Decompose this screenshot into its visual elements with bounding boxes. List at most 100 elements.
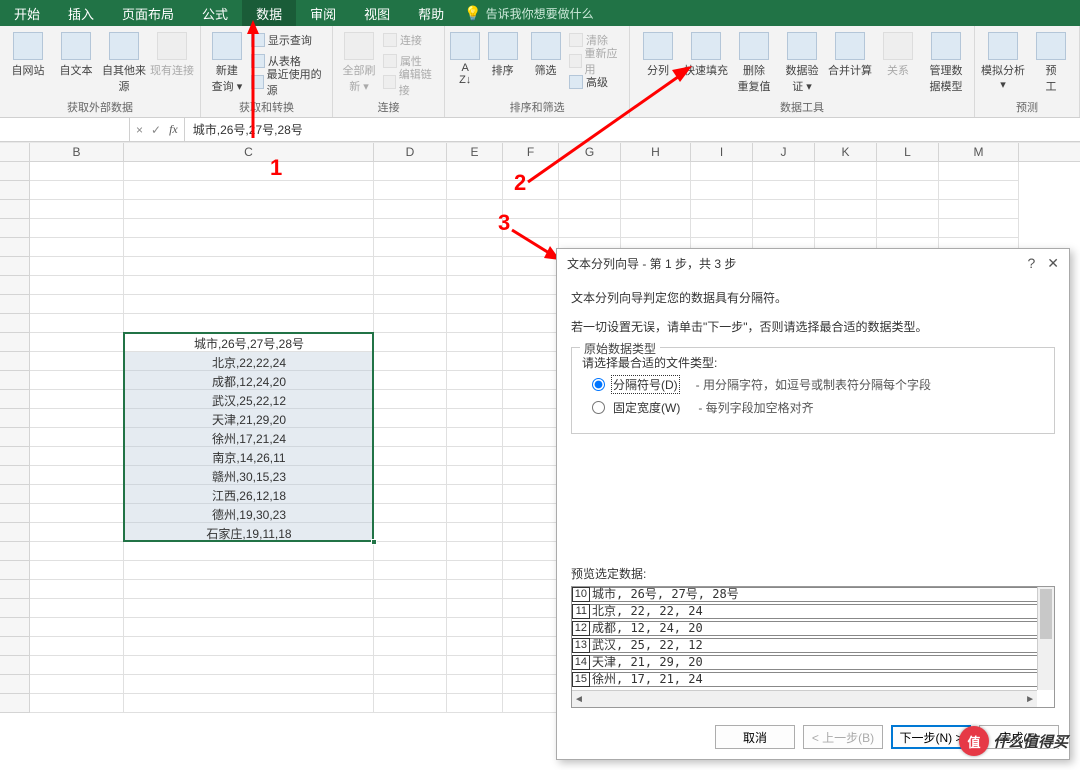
cell[interactable] <box>815 181 877 200</box>
cell[interactable] <box>124 618 374 637</box>
cell[interactable] <box>939 219 1019 238</box>
ribbon-small-高级[interactable]: 高级 <box>569 72 623 91</box>
cell[interactable] <box>30 181 124 200</box>
cell[interactable] <box>374 219 447 238</box>
ribbon-btn-快速填充[interactable]: 快速填充 <box>684 28 728 78</box>
cell[interactable] <box>447 485 503 504</box>
cell[interactable] <box>877 162 939 181</box>
cell[interactable] <box>124 276 374 295</box>
row-header[interactable] <box>0 257 30 276</box>
cell[interactable] <box>124 428 374 447</box>
row-header[interactable] <box>0 675 30 694</box>
cell[interactable] <box>447 618 503 637</box>
cell[interactable] <box>503 428 559 447</box>
cell[interactable] <box>447 694 503 713</box>
cell[interactable] <box>691 219 753 238</box>
cell[interactable] <box>124 295 374 314</box>
cell[interactable] <box>447 238 503 257</box>
cell[interactable] <box>503 637 559 656</box>
back-button[interactable]: < 上一步(B) <box>803 725 883 749</box>
dialog-titlebar[interactable]: 文本分列向导 - 第 1 步，共 3 步 ? ✕ <box>557 249 1069 277</box>
cell[interactable] <box>374 485 447 504</box>
ribbon-btn-新建查询[interactable]: 新建查询 ▾ <box>207 28 247 94</box>
cell[interactable] <box>30 314 124 333</box>
cell[interactable] <box>374 694 447 713</box>
tab-视图[interactable]: 视图 <box>350 0 404 26</box>
cell[interactable] <box>374 181 447 200</box>
cell[interactable] <box>753 200 815 219</box>
cell[interactable] <box>877 200 939 219</box>
ribbon-btn-删除重复值[interactable]: 删除重复值 <box>732 28 776 94</box>
cell[interactable] <box>30 599 124 618</box>
tab-插入[interactable]: 插入 <box>54 0 108 26</box>
cell[interactable] <box>815 200 877 219</box>
row-header[interactable] <box>0 656 30 675</box>
cell[interactable] <box>374 162 447 181</box>
cell[interactable] <box>124 599 374 618</box>
ribbon-btn-排序[interactable]: 排序 <box>483 28 522 78</box>
cell[interactable] <box>374 409 447 428</box>
cell[interactable] <box>124 504 374 523</box>
row-header[interactable] <box>0 181 30 200</box>
cell[interactable] <box>374 447 447 466</box>
cell[interactable] <box>939 181 1019 200</box>
cell[interactable] <box>30 466 124 485</box>
cell[interactable] <box>30 447 124 466</box>
cell[interactable] <box>753 181 815 200</box>
confirm-edit-icon[interactable]: ✓ <box>151 123 161 137</box>
preview-scrollbar-h[interactable]: ◄► <box>572 690 1037 707</box>
col-header-E[interactable]: E <box>447 143 503 161</box>
name-box[interactable] <box>40 118 130 141</box>
cell[interactable] <box>815 219 877 238</box>
cell[interactable] <box>559 200 621 219</box>
tab-审阅[interactable]: 审阅 <box>296 0 350 26</box>
cell[interactable] <box>30 238 124 257</box>
cell[interactable] <box>124 466 374 485</box>
preview-scrollbar-v[interactable] <box>1037 587 1054 691</box>
cell[interactable] <box>124 675 374 694</box>
cell[interactable] <box>447 656 503 675</box>
cell[interactable] <box>374 238 447 257</box>
cell[interactable] <box>374 352 447 371</box>
col-header-K[interactable]: K <box>815 143 877 161</box>
cell[interactable] <box>30 523 124 542</box>
cell[interactable] <box>30 390 124 409</box>
cell[interactable] <box>30 295 124 314</box>
close-icon[interactable]: ✕ <box>1047 255 1059 272</box>
cell[interactable] <box>503 447 559 466</box>
cell[interactable] <box>621 162 691 181</box>
row-header[interactable] <box>0 504 30 523</box>
help-icon[interactable]: ? <box>1027 255 1035 272</box>
cell[interactable] <box>447 599 503 618</box>
cell[interactable] <box>30 200 124 219</box>
cell[interactable] <box>124 333 374 352</box>
row-header[interactable] <box>0 314 30 333</box>
cell[interactable] <box>124 580 374 599</box>
cell[interactable] <box>815 162 877 181</box>
cell[interactable] <box>503 219 559 238</box>
cell[interactable] <box>124 656 374 675</box>
cell[interactable] <box>124 637 374 656</box>
cell[interactable] <box>503 181 559 200</box>
cell[interactable] <box>124 390 374 409</box>
cell[interactable] <box>447 409 503 428</box>
tab-公式[interactable]: 公式 <box>188 0 242 26</box>
row-header[interactable] <box>0 561 30 580</box>
cell[interactable] <box>374 428 447 447</box>
cell[interactable] <box>124 523 374 542</box>
col-header-C[interactable]: C <box>124 143 374 161</box>
ribbon-btn-管理数据模型[interactable]: 管理数据模型 <box>924 28 968 94</box>
cell[interactable] <box>503 162 559 181</box>
cell[interactable] <box>503 542 559 561</box>
cell[interactable] <box>447 523 503 542</box>
cell[interactable] <box>503 295 559 314</box>
cell[interactable] <box>30 428 124 447</box>
cell[interactable] <box>30 656 124 675</box>
row-header[interactable] <box>0 333 30 352</box>
cancel-edit-icon[interactable]: × <box>136 123 143 137</box>
row-header[interactable] <box>0 428 30 447</box>
cell[interactable] <box>374 466 447 485</box>
cell[interactable] <box>30 561 124 580</box>
cell[interactable] <box>503 352 559 371</box>
row-header[interactable] <box>0 219 30 238</box>
